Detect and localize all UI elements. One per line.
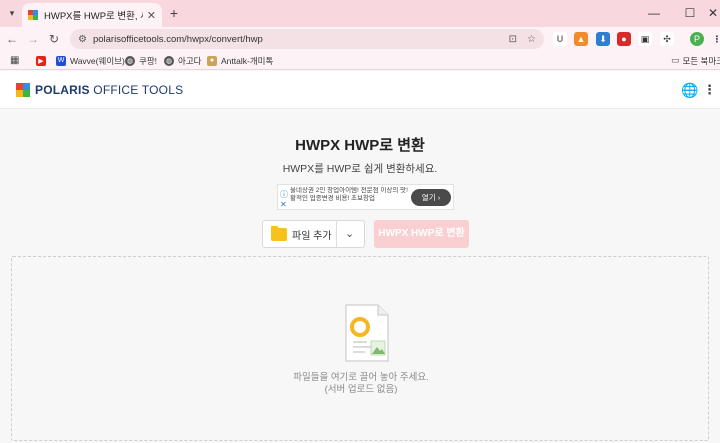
add-file-button[interactable]: 파일 추가 ⌄ bbox=[262, 220, 365, 248]
tab-search-chevron-icon[interactable]: ▾ bbox=[4, 5, 20, 21]
bookmarks-bar: ▦ ▶ W Wavve(웨이브) ◍ 쿠팡! ◍ 아고다 ● Anttalk-개미톡 ▭… bbox=[0, 51, 720, 70]
extensions-puzzle-icon[interactable]: ✣ bbox=[660, 32, 674, 46]
folder-icon bbox=[271, 225, 287, 241]
youtube-icon: ▶ bbox=[36, 55, 46, 66]
file-dropzone[interactable]: 파일들을 여기로 끌어 놓아 주세요. (서버 업로드 없음) bbox=[11, 256, 709, 441]
globe-icon: ◍ bbox=[125, 55, 135, 66]
language-globe-icon[interactable]: 🌐 bbox=[681, 82, 698, 99]
bookmark-star-icon[interactable]: ☆ bbox=[527, 34, 536, 45]
new-tab-plus-icon[interactable]: + bbox=[166, 5, 182, 21]
all-bookmarks-label: 모든 북마크 bbox=[682, 55, 720, 66]
bookmark-wavve[interactable]: W Wavve(웨이브) bbox=[56, 54, 125, 67]
bookmark-label: 아고다 bbox=[178, 55, 202, 66]
bookmark-label: Anttalk-개미톡 bbox=[221, 55, 274, 66]
apps-grid-icon[interactable]: ▦ bbox=[10, 54, 19, 67]
main-content: HWPX HWP로 변환 HWPX를 HWP로 쉽게 변환하세요. ⓘ ✕ 울네… bbox=[0, 110, 720, 443]
page-subtitle: HWPX를 HWP로 쉽게 변환하세요. bbox=[282, 163, 438, 175]
maximize-icon[interactable]: ☐ bbox=[680, 4, 700, 22]
ad-open-button[interactable]: 열기 › bbox=[411, 189, 451, 206]
extension-fox-icon[interactable]: ▲ bbox=[574, 32, 588, 46]
convert-button[interactable]: HWPX HWP로 변환 bbox=[374, 220, 469, 248]
dropzone-subtext: (서버 업로드 없음) bbox=[324, 384, 398, 395]
chevron-down-icon[interactable]: ⌄ bbox=[345, 227, 354, 240]
reload-icon[interactable]: ↻ bbox=[45, 30, 63, 48]
youtube-bookmark[interactable]: ▶ bbox=[36, 54, 50, 67]
ad-banner[interactable]: ⓘ ✕ 울네상권 2인 창업아이템! 전문점 이상의 맛! 황적인 업종변경 비… bbox=[277, 184, 454, 210]
install-app-icon[interactable]: ⊡ bbox=[509, 34, 517, 45]
wavve-icon: W bbox=[56, 55, 66, 66]
site-menu-icon[interactable]: ⋮ bbox=[703, 82, 716, 98]
page-title: HWPX HWP로 변환 bbox=[295, 137, 425, 154]
extension-download-icon[interactable]: ⬇ bbox=[596, 32, 610, 46]
ad-info-icon[interactable]: ⓘ bbox=[280, 189, 288, 200]
tab-close-icon[interactable]: ✕ bbox=[147, 9, 156, 22]
bookmark-agoda[interactable]: ◍ 아고다 bbox=[164, 54, 201, 67]
address-bar[interactable]: ⚙ polarisofficetools.com/hwpx/convert/hw… bbox=[70, 29, 544, 49]
browser-toolbar: ← → ↻ ⚙ polarisofficetools.com/hwpx/conv… bbox=[0, 27, 720, 51]
site-header: POLARIS OFFICE TOOLS 🌐 ⋮ bbox=[0, 71, 720, 109]
all-bookmarks[interactable]: ▭ 모든 북마크 bbox=[671, 54, 720, 67]
logo-text: POLARIS OFFICE TOOLS bbox=[35, 83, 184, 97]
profile-avatar[interactable]: P bbox=[690, 32, 704, 46]
ad-text: 울네상권 2인 창업아이템! 전문점 이상의 맛! 황적인 업종변경 비용! 초… bbox=[290, 187, 408, 202]
minimize-icon[interactable]: — bbox=[644, 4, 664, 22]
add-file-label: 파일 추가 bbox=[292, 230, 332, 242]
window-close-icon[interactable]: ✕ bbox=[703, 4, 720, 22]
globe-icon: ◍ bbox=[164, 55, 174, 66]
anttalk-icon: ● bbox=[207, 55, 217, 66]
divider bbox=[336, 221, 337, 247]
browser-tab-strip: ▾ HWPX를 HWP로 변환, 서버에 ✕ + — ☐ ✕ bbox=[0, 0, 720, 27]
bookmark-coupang[interactable]: ◍ 쿠팡! bbox=[125, 54, 157, 67]
extension-u-icon[interactable]: U bbox=[553, 32, 567, 46]
extension-screen-icon[interactable]: ▣ bbox=[638, 32, 652, 46]
tab-title: HWPX를 HWP로 변환, 서버에 bbox=[44, 11, 143, 22]
ad-close-icon[interactable]: ✕ bbox=[280, 200, 287, 209]
site-info-icon[interactable]: ⚙ bbox=[78, 34, 87, 45]
polaris-logo-icon bbox=[16, 83, 30, 97]
extension-red-icon[interactable]: ● bbox=[617, 32, 631, 46]
address-url[interactable]: polarisofficetools.com/hwpx/convert/hwp bbox=[93, 34, 499, 45]
folder-outline-icon: ▭ bbox=[671, 55, 680, 65]
bookmark-label: Wavve(웨이브) bbox=[70, 55, 125, 66]
polaris-favicon-icon bbox=[28, 10, 38, 20]
forward-arrow-icon[interactable]: → bbox=[24, 30, 42, 48]
document-image-icon bbox=[345, 304, 389, 362]
browser-menu-icon[interactable]: ⋮ bbox=[710, 32, 720, 46]
bookmark-label: 쿠팡! bbox=[139, 55, 158, 66]
browser-tab-active[interactable]: HWPX를 HWP로 변환, 서버에 ✕ bbox=[22, 3, 162, 27]
polaris-logo[interactable]: POLARIS OFFICE TOOLS bbox=[16, 83, 183, 97]
back-arrow-icon[interactable]: ← bbox=[3, 30, 21, 48]
bookmark-anttalk[interactable]: ● Anttalk-개미톡 bbox=[207, 54, 273, 67]
